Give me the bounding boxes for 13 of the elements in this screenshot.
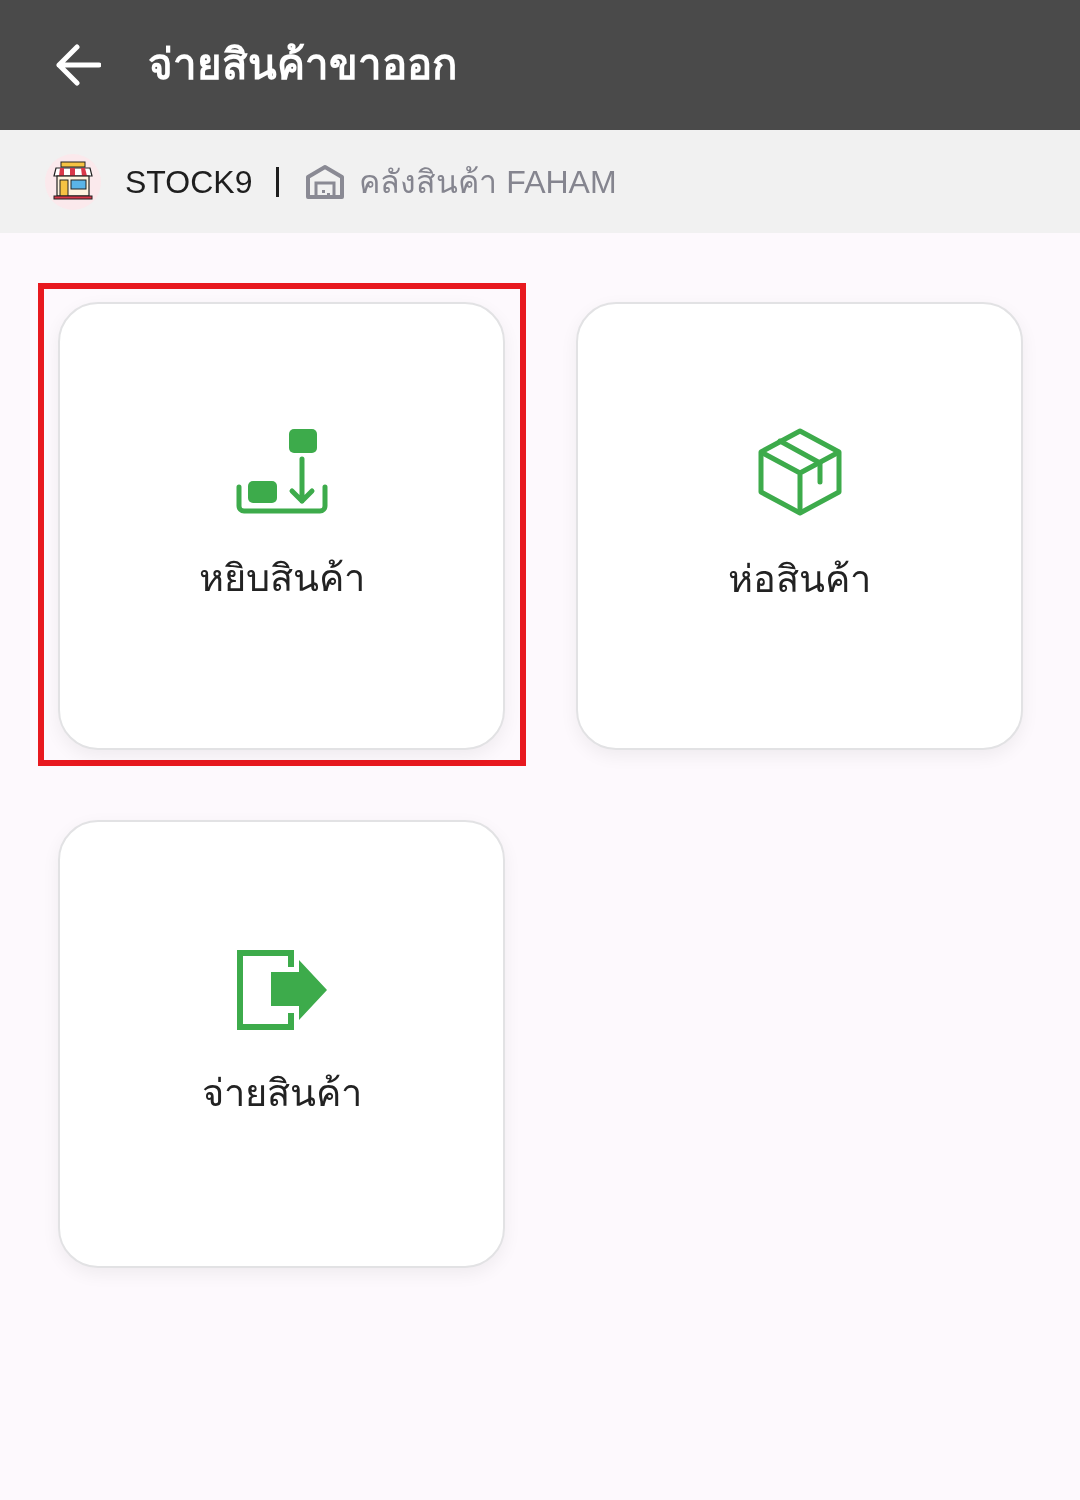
back-button[interactable] (54, 41, 102, 89)
shop-icon (45, 153, 101, 210)
exit-arrow-icon (236, 950, 327, 1031)
page-title: จ่ายสินค้าขาออก (148, 39, 457, 90)
box-icon (757, 428, 842, 517)
tray-download-icon (235, 429, 328, 516)
menu-tile[interactable]: ห่อสินค้า (576, 302, 1023, 750)
back-arrow-icon (55, 44, 101, 86)
menu-tile[interactable]: จ่ายสินค้า (58, 820, 505, 1268)
warehouse-icon (305, 163, 346, 200)
store-name: STOCK9 (125, 165, 253, 198)
warehouse-name: คลังสินค้า FAHAM (359, 165, 617, 198)
menu-tile[interactable]: หยิบสินค้า (58, 302, 505, 750)
